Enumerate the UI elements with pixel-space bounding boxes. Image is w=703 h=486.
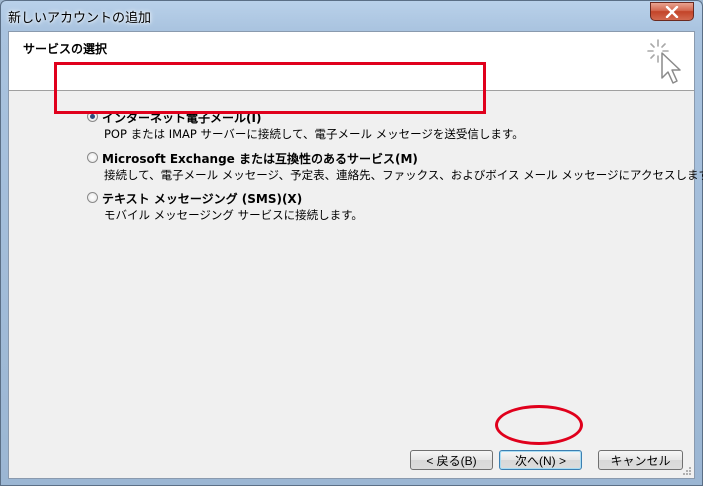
dialog-window: 新しいアカウントの追加 サービスの選択 インターネット電子メール(I) POP … xyxy=(0,0,703,486)
option-description: モバイル メッセージング サービスに接続します。 xyxy=(104,208,363,222)
back-button[interactable]: < 戻る(B) xyxy=(410,450,493,470)
cancel-button[interactable]: キャンセル xyxy=(598,450,683,470)
option-label: Microsoft Exchange または互換性のあるサービス(M) xyxy=(102,152,418,166)
next-button[interactable]: 次へ(N) > xyxy=(499,450,582,470)
radio-exchange[interactable] xyxy=(87,152,98,163)
highlight-ellipse xyxy=(495,405,583,445)
highlight-box xyxy=(54,62,486,114)
resize-grip-icon[interactable] xyxy=(682,466,692,476)
cursor-sparkle-icon xyxy=(647,39,681,84)
option-description: 接続して、電子メール メッセージ、予定表、連絡先、ファックス、およびボイス メー… xyxy=(104,168,703,182)
option-label: テキスト メッセージング (SMS)(X) xyxy=(102,192,303,206)
title-bar[interactable]: 新しいアカウントの追加 xyxy=(1,1,702,31)
option-description: POP または IMAP サーバーに接続して、電子メール メッセージを送受信しま… xyxy=(104,127,524,141)
page-title: サービスの選択 xyxy=(23,42,108,56)
radio-sms[interactable] xyxy=(87,192,98,203)
window-title: 新しいアカウントの追加 xyxy=(8,11,152,26)
close-button[interactable] xyxy=(650,2,694,21)
close-icon xyxy=(665,6,679,18)
